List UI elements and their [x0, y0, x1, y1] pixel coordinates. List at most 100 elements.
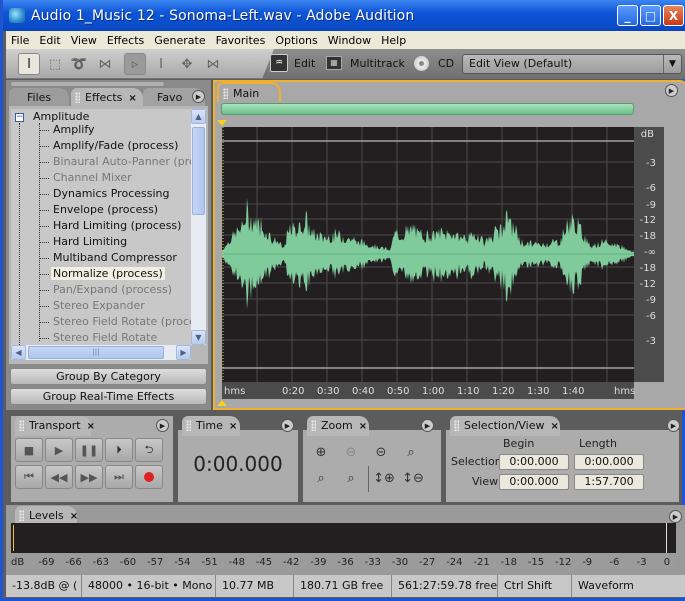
zoom-to-left-edge-button[interactable]: ⌕ — [311, 468, 331, 488]
effect-item[interactable]: Pan/Expand (process) — [53, 283, 172, 296]
edit-view-icon[interactable]: ♒ — [270, 54, 288, 72]
hybrid-tool-icon[interactable]: I — [150, 53, 172, 75]
close-tab-icon[interactable]: × — [128, 93, 136, 104]
tab-main[interactable]: Main — [217, 82, 281, 102]
menu-help[interactable]: Help — [376, 34, 411, 47]
waveform-display[interactable] — [222, 127, 634, 382]
effect-item[interactable]: Multiband Compressor — [53, 251, 177, 264]
zoom-out-horizontal-button[interactable]: ⊖ — [341, 442, 361, 462]
group-realtime-effects-button[interactable]: Group Real-Time Effects — [10, 388, 207, 405]
panel-menu-icon[interactable]: ▶ — [667, 419, 680, 432]
edit-view-button[interactable]: Edit — [294, 57, 315, 70]
effect-item[interactable]: Hard Limiting — [53, 235, 127, 248]
menu-edit[interactable]: Edit — [34, 34, 65, 47]
scrub-tool-2-icon[interactable]: ⋈ — [202, 53, 224, 75]
effects-horizontal-scrollbar[interactable]: ◀ ||| ▶ — [11, 345, 191, 360]
panel-menu-icon[interactable]: ▶ — [421, 419, 434, 432]
multitrack-view-icon[interactable]: ▦ — [326, 56, 342, 70]
close-tab-icon[interactable]: × — [87, 421, 95, 432]
playhead-bottom-marker-icon[interactable] — [217, 400, 227, 406]
cd-icon[interactable] — [414, 56, 429, 71]
tab-selection-view[interactable]: Selection/View × — [450, 416, 560, 436]
pause-button[interactable]: ❚❚ — [75, 438, 103, 462]
effects-vertical-scrollbar[interactable]: ▲ ▼ — [191, 109, 206, 345]
time-ruler[interactable]: hms hms 0:20 0:30 0:40 0:50 1:00 1:10 1:20 1:30… — [222, 382, 635, 399]
tab-effects[interactable]: Effects × — [71, 88, 143, 108]
close-tab-icon[interactable]: × — [70, 511, 78, 522]
menu-favorites[interactable]: Favorites — [211, 34, 271, 47]
play-button[interactable]: ▶ — [45, 438, 73, 462]
selection-begin-field[interactable]: 0:00.000 — [499, 454, 569, 470]
rewind-button[interactable]: ◀◀ — [45, 465, 73, 489]
effect-item[interactable]: Amplify — [53, 123, 95, 136]
view-length-field[interactable]: 1:57.700 — [574, 474, 644, 490]
tab-files[interactable]: Files — [9, 88, 69, 108]
collapse-icon[interactable]: − — [15, 113, 24, 122]
tab-zoom[interactable]: Zoom × — [307, 416, 369, 436]
panel-menu-icon[interactable]: ▶ — [192, 90, 205, 103]
zoom-in-vertical-button[interactable]: ↕⊕ — [373, 468, 395, 488]
maximize-button[interactable]: □ — [640, 5, 661, 26]
effect-item[interactable]: Hard Limiting (process) — [53, 219, 181, 232]
effect-item[interactable]: Amplify/Fade (process) — [53, 139, 178, 152]
menu-window[interactable]: Window — [323, 34, 376, 47]
minimize-button[interactable]: _ — [617, 5, 638, 26]
effect-item[interactable]: Binaural Auto-Panner (proce — [53, 155, 191, 168]
close-tab-icon[interactable]: × — [359, 421, 367, 432]
zoom-out-vertical-button[interactable]: ↕⊖ — [402, 468, 424, 488]
overview-bar[interactable] — [221, 103, 634, 115]
selection-length-field[interactable]: 0:00.000 — [574, 454, 644, 470]
zoom-in-horizontal-button[interactable]: ⊕ — [311, 442, 331, 462]
go-to-end-button[interactable]: ⏭ — [105, 465, 133, 489]
playhead-top-marker-icon[interactable] — [217, 120, 227, 126]
time-selection-tool-icon[interactable]: I — [18, 53, 40, 75]
effect-item[interactable]: Channel Mixer — [53, 171, 132, 184]
marquee-tool-icon[interactable]: ⬚ — [44, 53, 66, 75]
scroll-right-icon[interactable]: ▶ — [176, 345, 191, 360]
menu-view[interactable]: View — [66, 34, 102, 47]
stop-button[interactable]: ■ — [15, 438, 43, 462]
panel-menu-icon[interactable]: ▶ — [156, 419, 169, 432]
title-bar[interactable]: Audio 1_Music 12 - Sonoma-Left.wav - Ado… — [3, 0, 685, 31]
tree-category-amplitude[interactable]: Amplitude — [33, 110, 89, 123]
menu-options[interactable]: Options — [270, 34, 322, 47]
scrub-tool-icon[interactable]: ⋈ — [94, 53, 116, 75]
menu-generate[interactable]: Generate — [149, 34, 210, 47]
zoom-out-full-button[interactable]: ⊝ — [371, 442, 391, 462]
scrollbar-thumb[interactable]: ||| — [28, 346, 164, 359]
scroll-up-icon[interactable]: ▲ — [191, 109, 206, 124]
lasso-tool-icon[interactable]: ➰ — [68, 53, 90, 75]
panel-menu-icon[interactable]: ▶ — [669, 510, 682, 523]
multitrack-view-button[interactable]: Multitrack — [350, 57, 405, 70]
fast-forward-button[interactable]: ▶▶ — [75, 465, 103, 489]
loop-button[interactable]: ⮌ — [135, 438, 163, 462]
record-button[interactable] — [135, 465, 163, 489]
close-tab-icon[interactable]: × — [551, 421, 559, 432]
chevron-down-icon[interactable]: ▼ — [663, 55, 681, 73]
view-begin-field[interactable]: 0:00.000 — [499, 474, 569, 490]
go-to-start-button[interactable]: ⏮ — [15, 465, 43, 489]
group-by-category-button[interactable]: Group By Category — [10, 368, 207, 385]
tab-time[interactable]: Time × — [182, 416, 240, 436]
panel-menu-icon[interactable]: ▶ — [281, 419, 294, 432]
workspace-dropdown[interactable]: Edit View (Default) ▼ — [462, 54, 682, 74]
effect-item[interactable]: Stereo Field Rotate (process — [53, 315, 191, 328]
zoom-to-selection-button[interactable]: ⌕ — [401, 442, 421, 462]
play-from-cursor-button[interactable]: ⏵ — [105, 438, 133, 462]
menu-effects[interactable]: Effects — [102, 34, 149, 47]
close-tab-icon[interactable]: × — [229, 421, 237, 432]
menu-file[interactable]: File — [6, 34, 34, 47]
panel-menu-icon[interactable]: ▶ — [665, 84, 678, 97]
close-button[interactable]: X — [663, 5, 684, 26]
effect-item[interactable]: Stereo Expander — [53, 299, 145, 312]
tab-transport[interactable]: Transport × — [15, 416, 95, 436]
scroll-left-icon[interactable]: ◀ — [11, 345, 26, 360]
panel-resize-bar[interactable] — [11, 82, 164, 86]
effect-item[interactable]: Stereo Field Rotate — [53, 331, 157, 344]
zoom-to-right-edge-button[interactable]: ⌕ — [341, 468, 361, 488]
effect-item[interactable]: Envelope (process) — [53, 203, 158, 216]
effect-item[interactable]: Normalize (process) — [51, 267, 165, 280]
move-tool-icon[interactable]: ✥ — [176, 53, 198, 75]
cd-view-button[interactable]: CD — [438, 57, 454, 70]
effect-item[interactable]: Dynamics Processing — [53, 187, 169, 200]
